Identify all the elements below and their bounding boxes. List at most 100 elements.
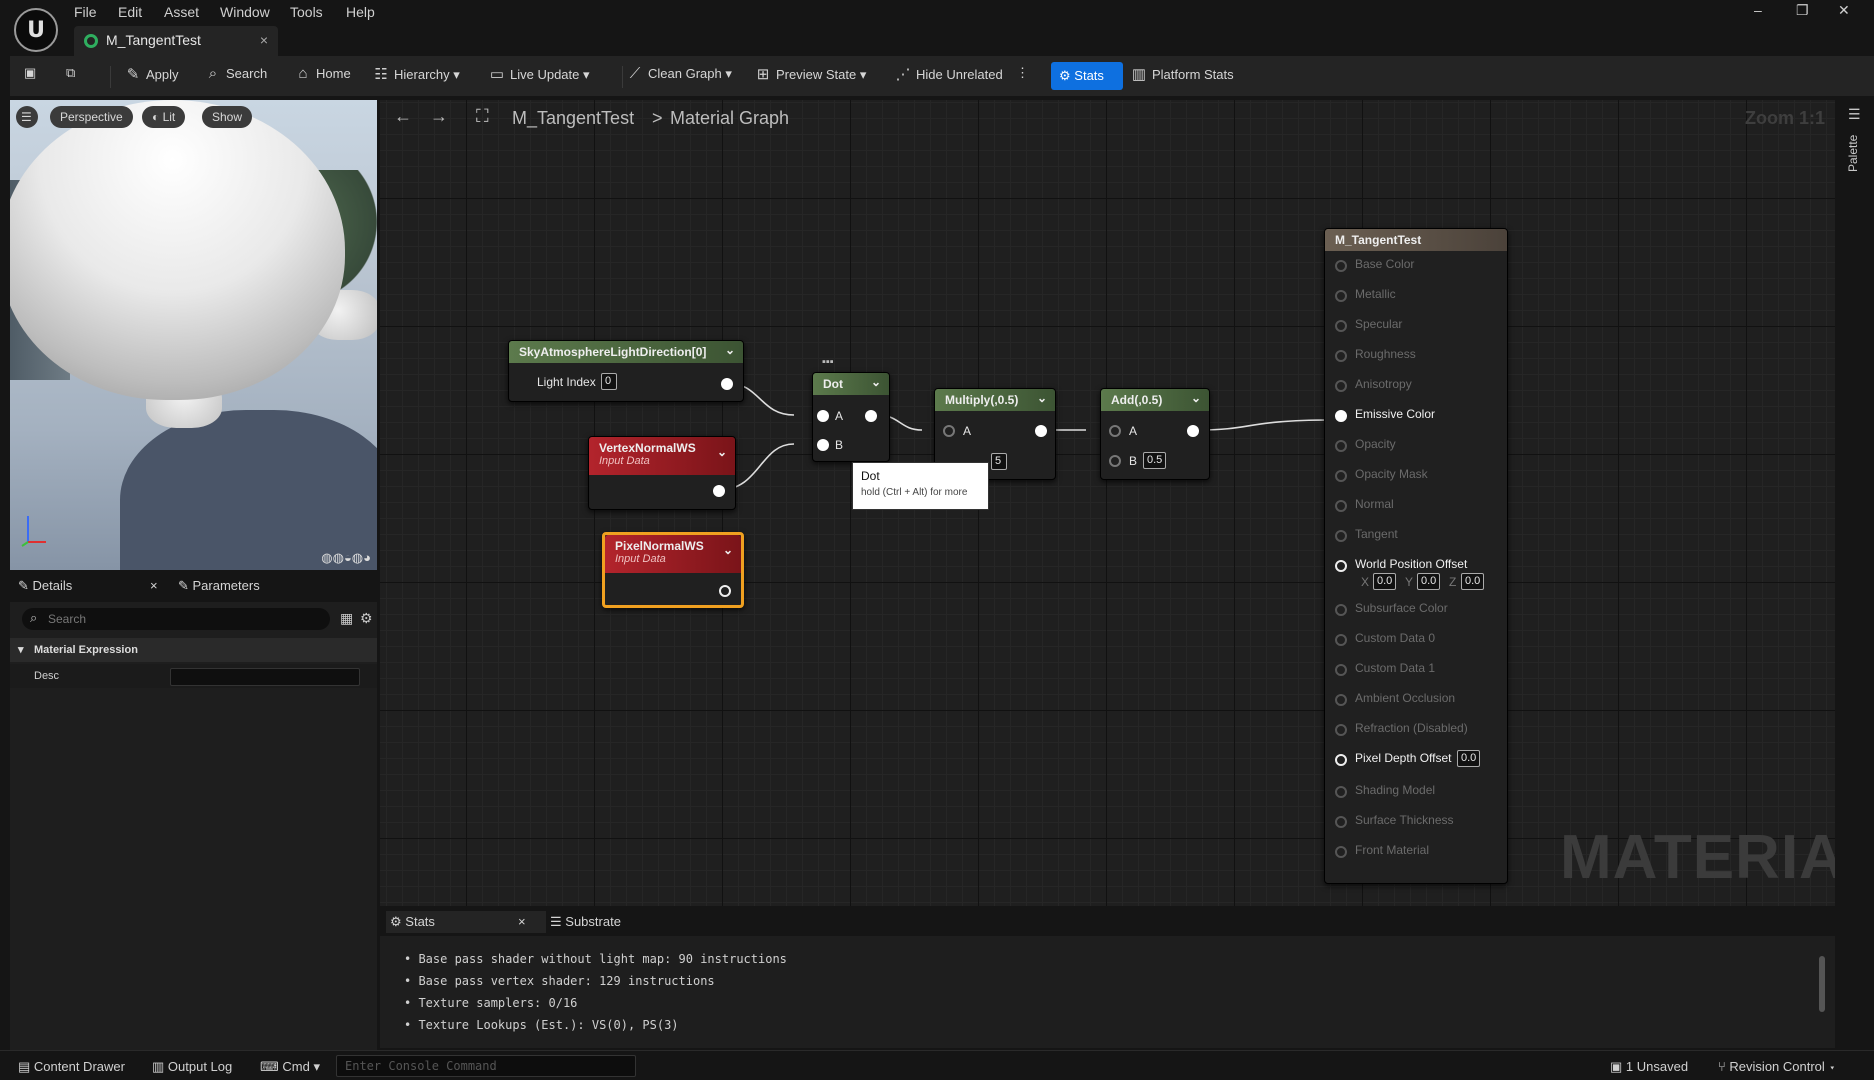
material-input-pin[interactable] [1335,350,1347,362]
chevron-down-icon[interactable]: ⌄ [1191,391,1201,405]
console-input[interactable]: Enter Console Command [336,1055,636,1077]
material-input-pin[interactable] [1335,634,1347,646]
search-button[interactable]: ⌕ Search [204,65,267,82]
add-node[interactable]: Add(,0.5) ⌄ A B 0.5 [1100,388,1210,480]
add-input-b-pin[interactable] [1109,455,1121,467]
dot-input-b-pin[interactable] [817,439,829,451]
output-log-button[interactable]: ▥ Output Log [152,1059,232,1075]
light-index-input[interactable]: 0 [601,373,617,390]
unsaved-button[interactable]: ▣ 1 Unsaved [1610,1059,1688,1075]
comment-bubble-icon[interactable]: ▪▪▪ [822,356,834,368]
clean-graph-button[interactable]: ⟋ Clean Graph ▾ [626,65,732,82]
pixel-normal-node[interactable]: PixelNormalWS Input Data ⌄ [602,532,744,608]
menu-asset[interactable]: Asset [164,4,199,20]
content-drawer-button[interactable]: ▤ Content Drawer [18,1059,125,1075]
table-view-icon[interactable]: ▦ [340,610,353,627]
material-input-pin[interactable] [1335,530,1347,542]
chevron-down-icon[interactable]: ⌄ [1037,391,1047,405]
minimize-button[interactable]: – [1754,2,1762,18]
material-input-pin[interactable] [1335,604,1347,616]
material-input-pin[interactable] [1335,380,1347,392]
parameters-tab[interactable]: ✎ Parameters [178,578,260,594]
apply-button[interactable]: ✎ Apply [124,65,179,83]
material-input-pin[interactable] [1335,560,1347,572]
platform-stats-button[interactable]: ▥ Platform Stats [1130,65,1234,83]
multiply-b-input[interactable]: 5 [991,453,1007,470]
menu-tools[interactable]: Tools [290,4,323,20]
add-b-input[interactable]: 0.5 [1143,452,1167,469]
stats-scrollbar[interactable] [1819,956,1825,1012]
palette-menu-icon[interactable]: ☰ [1848,106,1861,123]
material-input-pin[interactable] [1335,786,1347,798]
pixel-output-pin[interactable] [719,585,731,597]
wpo-y-input[interactable]: 0.0 [1417,573,1441,590]
vertex-output-pin[interactable] [713,485,725,497]
material-input-pin[interactable] [1335,470,1347,482]
document-tab[interactable]: M_TangentTest × [74,26,278,56]
material-graph-canvas[interactable]: ← → ⛶ M_TangentTest > Material Graph Zoo… [380,100,1835,906]
revision-control-button[interactable]: ⑂ Revision Control ▾ [1718,1059,1836,1074]
material-input-pin[interactable] [1335,694,1347,706]
material-input-pin[interactable] [1335,500,1347,512]
cmd-button[interactable]: ⌨ Cmd ▾ [260,1059,320,1075]
settings-gear-icon[interactable]: ⚙ [360,610,373,627]
wpo-z-input[interactable]: 0.0 [1461,573,1485,590]
lit-button[interactable]: ◐ Lit [142,106,186,128]
add-input-a-pin[interactable] [1109,425,1121,437]
preview-viewport[interactable]: ☰ Perspective ◐ Lit Show ◍◍◒◍◕ [10,100,377,570]
chevron-down-icon[interactable]: ⌄ [871,375,881,389]
material-input-pin[interactable] [1335,846,1347,858]
desc-input[interactable] [170,668,360,686]
details-search-input[interactable]: ⌕ Search [22,608,330,630]
material-input-pin[interactable] [1335,320,1347,332]
vertex-normal-node[interactable]: VertexNormalWS Input Data ⌄ [588,436,736,510]
wpo-x-input[interactable]: 0.0 [1373,573,1397,590]
stats-button[interactable]: ⚙ Stats [1051,62,1123,90]
viewport-menu-icon[interactable]: ☰ [16,106,38,128]
home-button[interactable]: ⌂ Home [294,65,350,82]
live-update-button[interactable]: ▭ Live Update ▾ [488,65,590,83]
chevron-down-icon[interactable]: ⌄ [725,343,735,357]
save-icon[interactable]: ▣ [24,65,36,81]
multiply-input-a-pin[interactable] [943,425,955,437]
material-input-pin[interactable] [1335,260,1347,272]
add-output-pin[interactable] [1187,425,1199,437]
close-details-icon[interactable]: × [150,578,158,593]
material-input-pin[interactable] [1335,410,1347,422]
menu-window[interactable]: Window [220,4,270,20]
close-tab-icon[interactable]: × [260,32,268,48]
chevron-down-icon[interactable]: ⌄ [717,445,727,459]
dot-input-a-pin[interactable] [817,410,829,422]
material-input-pin[interactable] [1335,664,1347,676]
chevron-down-icon[interactable]: ⌄ [723,543,733,557]
material-result-node[interactable]: M_TangentTest Base Color Metallic Specular… [1324,228,1508,884]
preview-state-button[interactable]: ⊞ Preview State ▾ [754,65,867,83]
close-window-button[interactable]: ✕ [1838,2,1850,19]
dot-node[interactable]: Dot ⌄ A B [812,372,890,462]
maximize-button[interactable]: ❐ [1796,2,1809,19]
material-expression-section[interactable]: ▾ Material Expression [10,638,377,662]
material-input-pin[interactable] [1335,816,1347,828]
material-input-pin[interactable] [1335,754,1347,766]
menu-edit[interactable]: Edit [118,4,142,20]
material-input-pin[interactable] [1335,724,1347,736]
more-options-icon[interactable]: ⋮ [1016,65,1029,81]
hierarchy-button[interactable]: ☷ Hierarchy ▾ [372,65,460,83]
details-tab[interactable]: ✎ Details [18,578,72,594]
viewport-shape-icons[interactable]: ◍◍◒◍◕ [321,550,371,566]
menu-help[interactable]: Help [346,4,375,20]
perspective-button[interactable]: Perspective [50,106,133,128]
show-button[interactable]: Show [202,106,253,128]
pixel-depth-offset-input[interactable]: 0.0 [1457,750,1481,767]
multiply-output-pin[interactable] [1035,425,1047,437]
dot-output-pin[interactable] [865,410,877,422]
unreal-logo-icon[interactable]: U [14,8,58,52]
browse-icon[interactable]: ⧉ [66,65,75,81]
sky-atmosphere-node[interactable]: SkyAtmosphereLightDirection[0] ⌄ Light In… [508,340,744,402]
menu-file[interactable]: File [74,4,97,20]
hide-unrelated-button[interactable]: ⋰ Hide Unrelated [894,65,1003,83]
sky-output-pin[interactable] [721,378,733,390]
palette-tab[interactable]: Palette [1846,135,1860,172]
material-input-pin[interactable] [1335,440,1347,452]
material-input-pin[interactable] [1335,290,1347,302]
